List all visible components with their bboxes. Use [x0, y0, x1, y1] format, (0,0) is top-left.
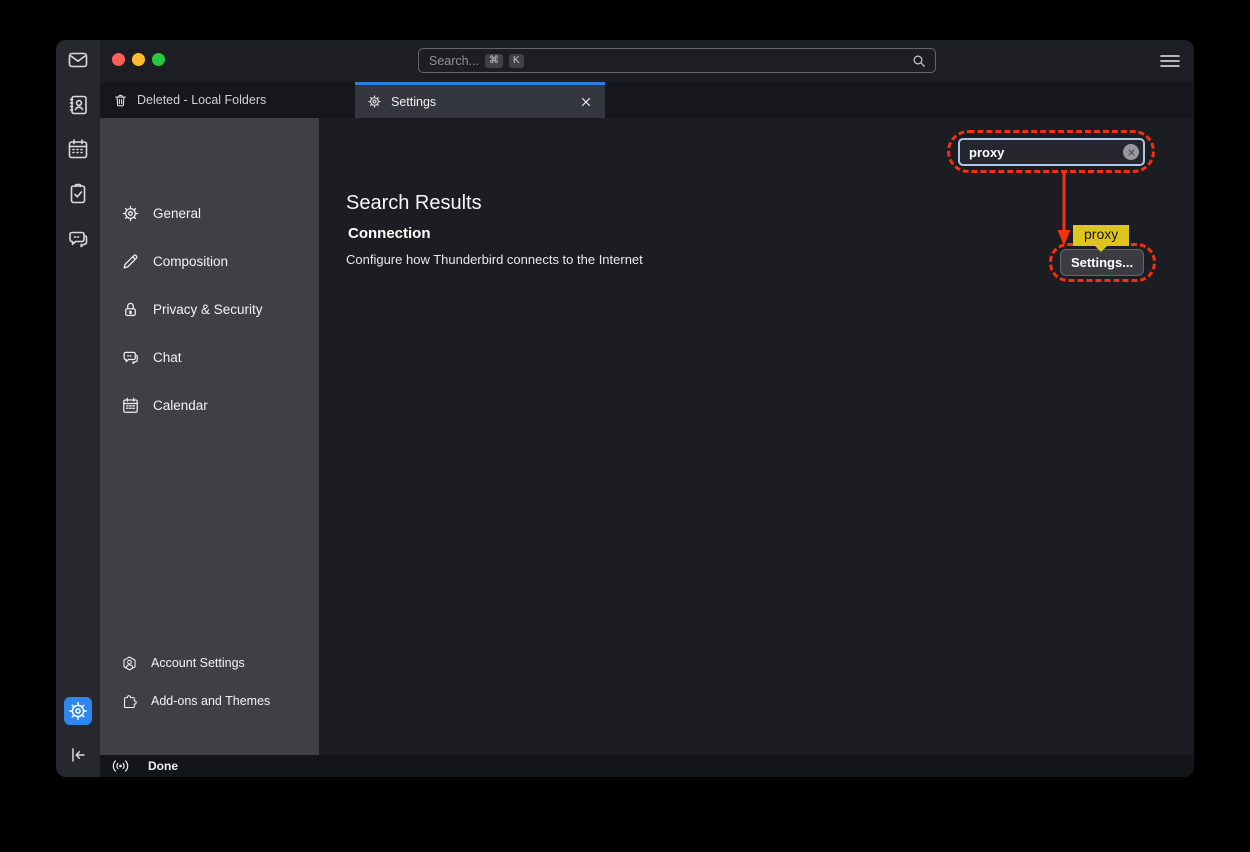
section-title: Connection [348, 225, 431, 242]
zoom-window-button[interactable] [152, 53, 165, 66]
settings-sidebar: General Composition Privacy & Security [100, 118, 319, 755]
spaces-toolbar [56, 40, 100, 777]
pencil-icon [121, 252, 140, 271]
app-menu-button[interactable] [1158, 50, 1182, 72]
settings-content: General Composition Privacy & Security [100, 118, 1194, 755]
addressbook-space-button[interactable] [64, 91, 92, 119]
close-tab-button[interactable] [579, 95, 593, 109]
status-text: Done [148, 759, 178, 773]
tab-bar: Deleted - Local Folders Settings [100, 82, 1194, 118]
settings-search-input[interactable] [958, 138, 1145, 166]
gear-icon [121, 204, 140, 223]
search-icon [911, 53, 927, 69]
nav-item-privacy-security[interactable]: Privacy & Security [100, 285, 319, 333]
search-placeholder: Search... [429, 54, 479, 68]
kbd-cmd-badge: ⌘ [485, 54, 503, 68]
global-search-bar[interactable]: Search... ⌘ K [418, 48, 936, 73]
search-results-pane: Search Results Connection Configure how … [319, 118, 1194, 755]
chat-space-button[interactable] [64, 225, 92, 253]
nav-item-general[interactable]: General [100, 189, 319, 237]
trash-icon [113, 93, 128, 108]
annotation-tooltip: proxy [1073, 225, 1129, 246]
nav-item-composition[interactable]: Composition [100, 237, 319, 285]
tasks-space-button[interactable] [64, 180, 92, 208]
kbd-k-badge: K [509, 54, 524, 68]
nav-item-label: Calendar [153, 398, 208, 413]
chat-icon [121, 348, 140, 367]
nav-item-label: Composition [153, 254, 228, 269]
nav-item-calendar[interactable]: Calendar [100, 381, 319, 429]
section-description: Configure how Thunderbird connects to th… [346, 252, 643, 267]
close-window-button[interactable] [112, 53, 125, 66]
mail-space-button[interactable] [64, 46, 92, 74]
tab-settings[interactable]: Settings [355, 82, 605, 118]
status-bar: Done [100, 755, 1194, 777]
gear-icon [367, 94, 382, 109]
settings-search-field [958, 138, 1145, 166]
nav-item-addons-themes[interactable]: Add-ons and Themes [100, 682, 319, 720]
nav-item-label: Add-ons and Themes [151, 694, 270, 708]
tab-label: Settings [391, 95, 436, 109]
nav-item-chat[interactable]: Chat [100, 333, 319, 381]
main-column: Search... ⌘ K Deleted - Local Folde [100, 40, 1194, 777]
gear-icon [67, 700, 89, 722]
collapse-spaces-button[interactable] [64, 741, 92, 769]
nav-item-account-settings[interactable]: Account Settings [100, 644, 319, 682]
titlebar: Search... ⌘ K [100, 40, 1194, 82]
mail-icon [66, 48, 90, 72]
settings-nav-footer: Account Settings Add-ons and Themes [100, 644, 319, 720]
hamburger-icon [1160, 53, 1180, 69]
puzzle-icon [121, 693, 138, 710]
broadcast-icon [111, 758, 130, 774]
tab-label: Deleted - Local Folders [137, 93, 266, 107]
thunderbird-window: Search... ⌘ K Deleted - Local Folde [56, 40, 1194, 777]
collapse-icon [67, 744, 89, 766]
tasks-icon [66, 182, 90, 206]
nav-item-label: Privacy & Security [153, 302, 263, 317]
address-book-icon [66, 93, 90, 117]
lock-icon [121, 300, 140, 319]
minimize-window-button[interactable] [132, 53, 145, 66]
tab-deleted-local-folders[interactable]: Deleted - Local Folders [113, 82, 266, 118]
chat-icon [66, 227, 90, 251]
nav-item-label: Chat [153, 350, 182, 365]
calendar-icon [66, 137, 90, 161]
calendar-space-button[interactable] [64, 135, 92, 163]
nav-item-label: Account Settings [151, 656, 245, 670]
clear-search-button[interactable] [1123, 144, 1139, 160]
settings-nav-list: General Composition Privacy & Security [100, 189, 319, 429]
settings-space-button[interactable] [64, 697, 92, 725]
page-title: Search Results [346, 192, 482, 215]
account-hexagon-icon [121, 655, 138, 672]
nav-item-label: General [153, 206, 201, 221]
calendar-icon [121, 396, 140, 415]
